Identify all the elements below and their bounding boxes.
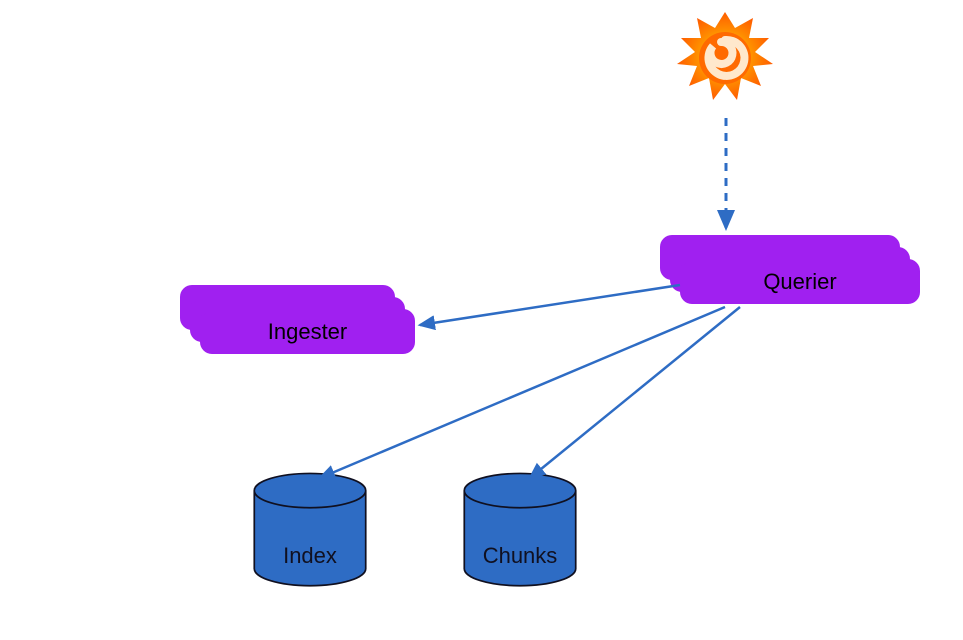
edge-querier-ingester: [420, 285, 680, 325]
index-datastore: Index: [240, 470, 380, 595]
edge-querier-chunks: [530, 307, 740, 478]
querier-label: Querier: [763, 269, 836, 295]
architecture-diagram: Querier Ingester Index Chunks: [0, 0, 963, 640]
querier-node: Querier: [680, 259, 920, 304]
grafana-logo-icon: [675, 10, 775, 110]
index-label: Index: [240, 543, 380, 569]
chunks-label: Chunks: [450, 543, 590, 569]
chunks-datastore: Chunks: [450, 470, 590, 595]
ingester-node: Ingester: [200, 309, 415, 354]
ingester-label: Ingester: [268, 319, 348, 345]
